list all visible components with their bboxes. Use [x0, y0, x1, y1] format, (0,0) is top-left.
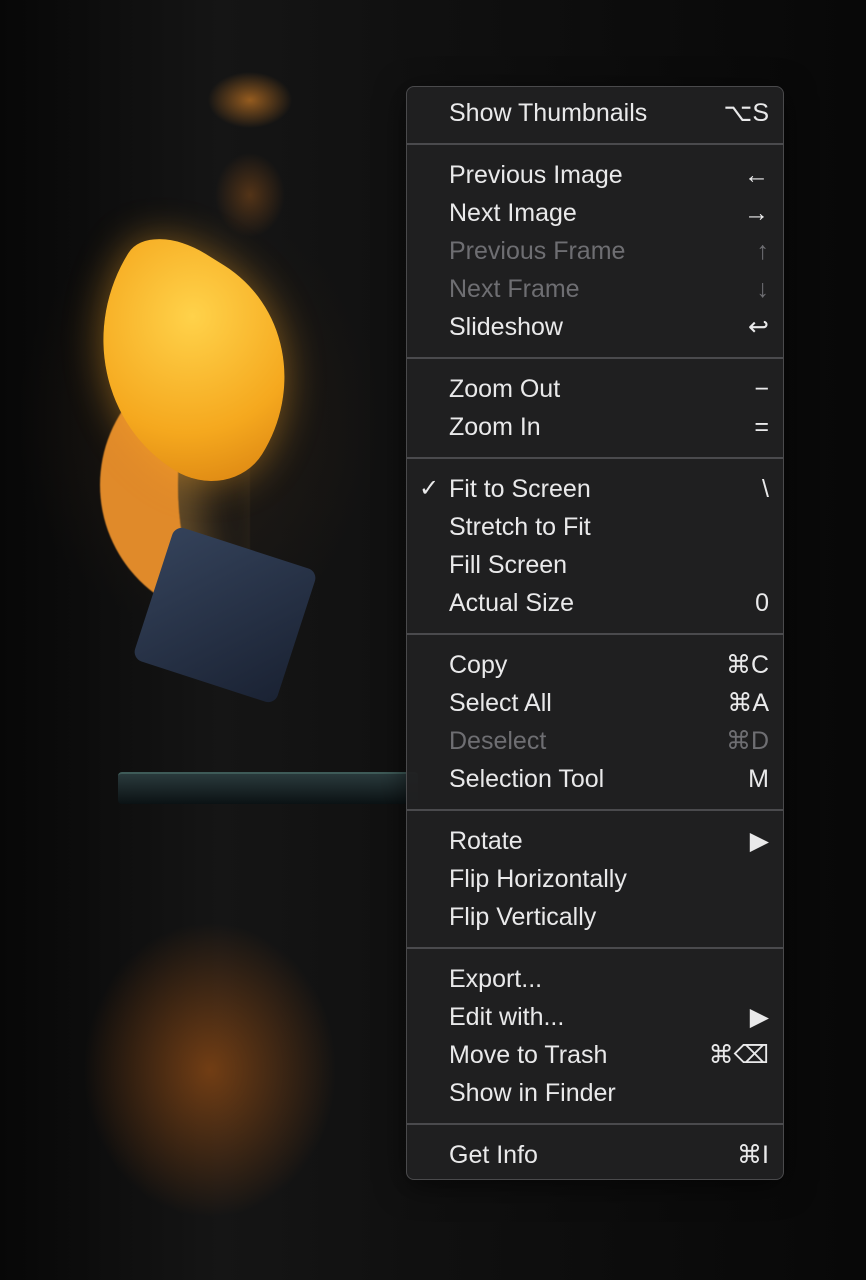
keyboard-shortcut: →	[744, 199, 769, 227]
menu-item-deselect: Deselect ⌘D	[407, 722, 783, 760]
menu-item-label: Edit with...	[449, 1003, 565, 1031]
menu-item-next-frame: Next Frame ↓	[407, 270, 783, 308]
menu-separator	[407, 809, 783, 811]
keyboard-shortcut: ⌘A	[727, 689, 769, 717]
menu-item-label: Selection Tool	[449, 765, 605, 793]
menu-item-label: Deselect	[449, 727, 547, 755]
checkmark-icon: ✓	[418, 475, 440, 502]
keyboard-shortcut: M	[748, 765, 769, 793]
menu-separator	[407, 143, 783, 145]
menu-item-next-image[interactable]: Next Image →	[407, 194, 783, 232]
menu-item-export[interactable]: Export...	[407, 960, 783, 998]
menu-separator	[407, 457, 783, 459]
menu-separator	[407, 357, 783, 359]
submenu-arrow-icon: ▶	[749, 827, 769, 855]
menu-item-label: Previous Image	[449, 161, 623, 189]
menu-item-label: Copy	[449, 651, 508, 679]
menu-group: Export... Edit with... ▶ Move to Trash ⌘⌫ Sho…	[407, 960, 783, 1112]
menu-item-label: Stretch to Fit	[449, 513, 591, 541]
keyboard-shortcut: ⌘I	[737, 1141, 769, 1169]
menu-item-selection-tool[interactable]: Selection Tool M	[407, 760, 783, 798]
menu-item-label: Zoom In	[449, 413, 541, 441]
keyboard-shortcut: ⌘D	[725, 727, 769, 755]
keyboard-shortcut: ⌥S	[723, 99, 769, 127]
menu-item-select-all[interactable]: Select All ⌘A	[407, 684, 783, 722]
keyboard-shortcut: −	[754, 375, 769, 403]
menu-item-label: Show Thumbnails	[449, 99, 648, 127]
menu-item-label: Show in Finder	[449, 1079, 616, 1107]
menu-item-show-in-finder[interactable]: Show in Finder	[407, 1074, 783, 1112]
menu-item-slideshow[interactable]: Slideshow ↩	[407, 308, 783, 346]
menu-item-edit-with[interactable]: Edit with... ▶	[407, 998, 783, 1036]
menu-item-fit-to-screen[interactable]: ✓ Fit to Screen \	[407, 470, 783, 508]
menu-item-label: Rotate	[449, 827, 523, 855]
keyboard-shortcut: ↩	[748, 313, 769, 341]
menu-group: Previous Image ← Next Image → Previous Frame…	[407, 156, 783, 346]
menu-item-flip-horizontally[interactable]: Flip Horizontally	[407, 860, 783, 898]
menu-item-zoom-out[interactable]: Zoom Out −	[407, 370, 783, 408]
menu-item-show-thumbnails[interactable]: Show Thumbnails ⌥S	[407, 94, 783, 132]
menu-separator	[407, 947, 783, 949]
keyboard-shortcut: \	[762, 475, 769, 503]
menu-item-label: Flip Horizontally	[449, 865, 627, 893]
keyboard-shortcut: 0	[755, 589, 769, 617]
menu-item-label: Get Info	[449, 1141, 538, 1169]
menu-item-actual-size[interactable]: Actual Size 0	[407, 584, 783, 622]
photo-shelf	[118, 772, 418, 804]
menu-group: Get Info ⌘I	[407, 1136, 783, 1174]
menu-group: Copy ⌘C Select All ⌘A Deselect ⌘D Selection To…	[407, 646, 783, 798]
menu-group: ✓ Fit to Screen \ Stretch to Fit Fill Screen…	[407, 470, 783, 622]
menu-group: Rotate ▶ Flip Horizontally Flip Vertically	[407, 822, 783, 936]
menu-item-label: Next Image	[449, 199, 577, 227]
menu-item-flip-vertically[interactable]: Flip Vertically	[407, 898, 783, 936]
keyboard-shortcut: ↓	[756, 275, 770, 303]
menu-item-copy[interactable]: Copy ⌘C	[407, 646, 783, 684]
menu-group: Zoom Out − Zoom In =	[407, 370, 783, 446]
menu-item-zoom-in[interactable]: Zoom In =	[407, 408, 783, 446]
menu-item-label: Export...	[449, 965, 543, 993]
keyboard-shortcut: ↑	[756, 237, 770, 265]
menu-item-label: Move to Trash	[449, 1041, 608, 1069]
menu-item-label: Flip Vertically	[449, 903, 597, 931]
menu-item-label: Zoom Out	[449, 375, 561, 403]
menu-separator	[407, 633, 783, 635]
menu-item-label: Fit to Screen	[449, 475, 591, 503]
menu-separator	[407, 1123, 783, 1125]
keyboard-shortcut: ⌘C	[725, 651, 769, 679]
keyboard-shortcut: ⌘⌫	[708, 1041, 769, 1069]
menu-item-label: Fill Screen	[449, 551, 568, 579]
keyboard-shortcut: ←	[744, 161, 769, 189]
menu-item-get-info[interactable]: Get Info ⌘I	[407, 1136, 783, 1174]
menu-item-label: Select All	[449, 689, 552, 717]
menu-item-rotate[interactable]: Rotate ▶	[407, 822, 783, 860]
menu-item-label: Actual Size	[449, 589, 575, 617]
menu-item-fill-screen[interactable]: Fill Screen	[407, 546, 783, 584]
context-menu: Show Thumbnails ⌥S Previous Image ← Next Ima…	[406, 86, 784, 1180]
keyboard-shortcut: =	[754, 413, 769, 441]
submenu-arrow-icon: ▶	[749, 1003, 769, 1031]
menu-item-label: Slideshow	[449, 313, 563, 341]
menu-item-previous-frame: Previous Frame ↑	[407, 232, 783, 270]
photo-mushroom-cap	[43, 218, 337, 506]
menu-item-move-to-trash[interactable]: Move to Trash ⌘⌫	[407, 1036, 783, 1074]
menu-item-label: Next Frame	[449, 275, 580, 303]
menu-item-stretch-to-fit[interactable]: Stretch to Fit	[407, 508, 783, 546]
menu-group: Show Thumbnails ⌥S	[407, 87, 783, 132]
menu-item-previous-image[interactable]: Previous Image ←	[407, 156, 783, 194]
menu-item-label: Previous Frame	[449, 237, 626, 265]
